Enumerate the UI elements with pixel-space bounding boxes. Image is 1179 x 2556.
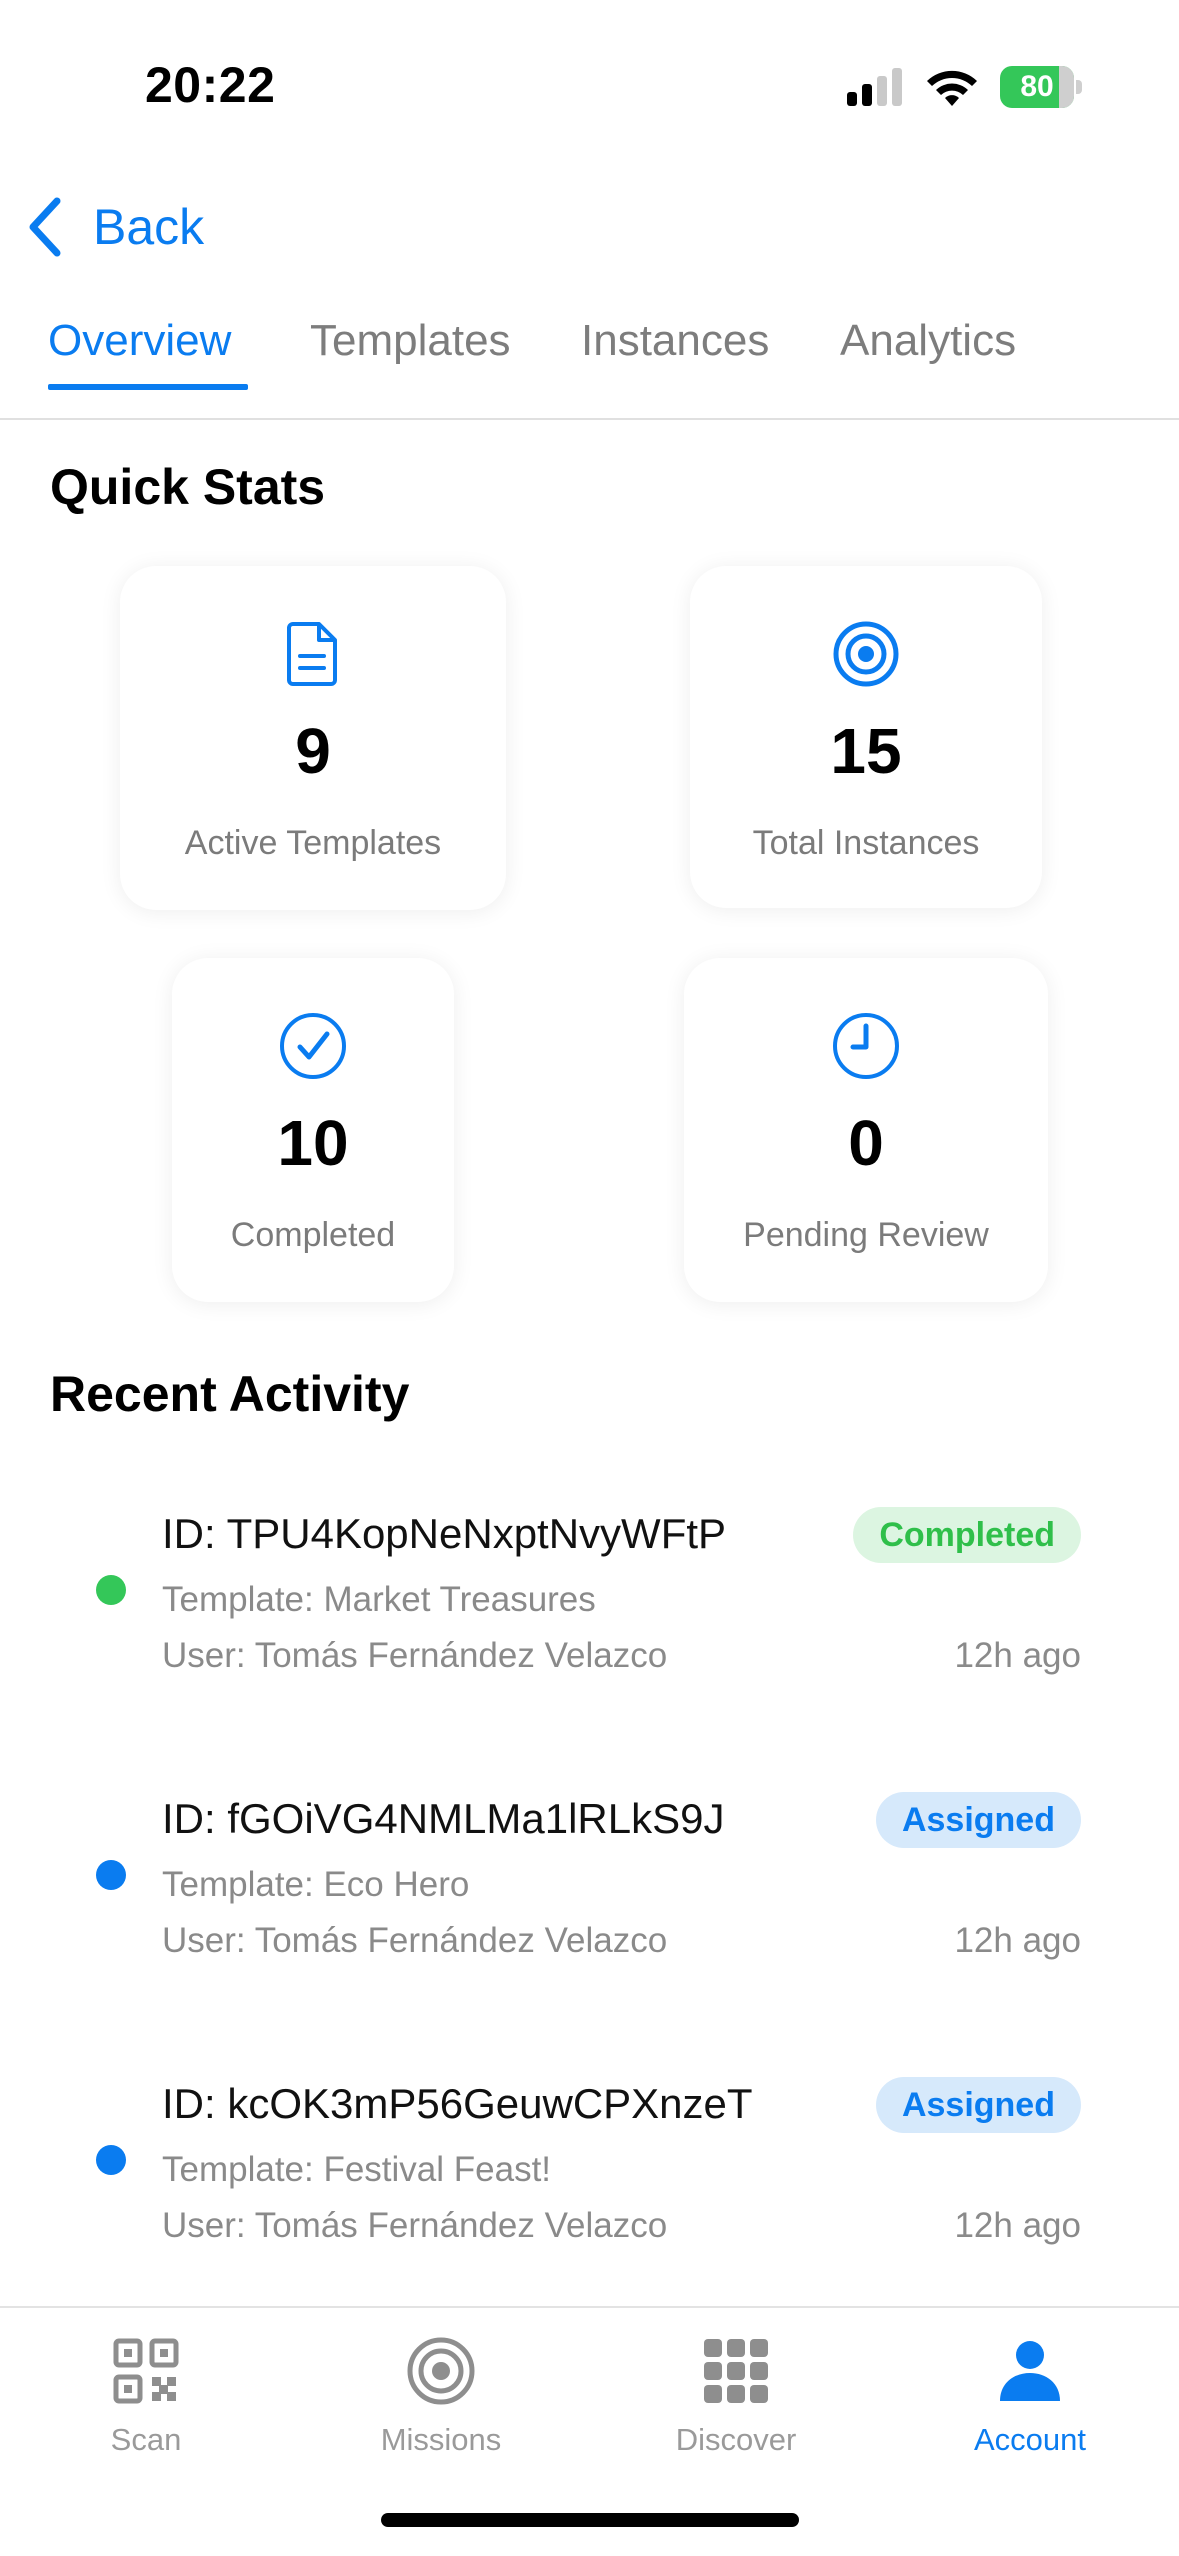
check-circle-icon bbox=[280, 1013, 346, 1079]
activity-user: User: Tomás Fernández Velazco bbox=[162, 2206, 668, 2245]
activity-user: User: Tomás Fernández Velazco bbox=[162, 1636, 668, 1675]
tab-templates[interactable]: Templates bbox=[310, 316, 511, 396]
stat-value: 15 bbox=[830, 715, 902, 787]
chevron-left-icon bbox=[29, 197, 61, 257]
grid-icon bbox=[704, 2339, 768, 2403]
activity-item[interactable]: ID: fGOiVG4NMLMa1lRLkS9J Assigned Templa… bbox=[0, 1792, 1179, 1975]
tab-account[interactable]: Account bbox=[920, 2326, 1140, 2476]
status-dot bbox=[96, 1575, 126, 1605]
status-badge: Assigned bbox=[875, 1792, 1081, 1848]
status-bar: 20:22 80 bbox=[0, 0, 1179, 170]
person-icon bbox=[1000, 2341, 1060, 2401]
tab-label: Missions bbox=[380, 2422, 502, 2457]
tab-label: Scan bbox=[110, 2422, 182, 2457]
stat-card-active-templates[interactable]: 9 Active Templates bbox=[120, 566, 506, 910]
stat-label: Pending Review bbox=[743, 1216, 989, 1254]
activity-time: 12h ago bbox=[954, 1921, 1081, 1960]
target-icon bbox=[833, 621, 899, 687]
recent-activity-title: Recent Activity bbox=[50, 1366, 410, 1422]
activity-id: ID: TPU4KopNeNxptNvyWFtP bbox=[162, 1510, 727, 1557]
stat-card-total-instances[interactable]: 15 Total Instances bbox=[690, 566, 1042, 908]
stat-label: Completed bbox=[230, 1216, 396, 1254]
clock-icon bbox=[833, 1013, 899, 1079]
status-badge: Completed bbox=[853, 1507, 1081, 1563]
cellular-signal-icon bbox=[847, 68, 902, 106]
activity-template: Template: Market Treasures bbox=[162, 1580, 596, 1619]
tab-label: Account bbox=[973, 2422, 1086, 2457]
battery-icon: 80 bbox=[1000, 66, 1082, 108]
activity-template: Template: Eco Hero bbox=[162, 1865, 470, 1904]
activity-user: User: Tomás Fernández Velazco bbox=[162, 1921, 668, 1960]
activity-template: Template: Festival Feast! bbox=[162, 2150, 552, 2189]
tab-scan[interactable]: Scan bbox=[36, 2326, 256, 2476]
activity-id: ID: kcOK3mP56GeuwCPXnzeT bbox=[162, 2080, 753, 2127]
stat-card-pending-review[interactable]: 0 Pending Review bbox=[684, 958, 1048, 1302]
tab-instances[interactable]: Instances bbox=[581, 316, 769, 396]
stat-value: 10 bbox=[277, 1107, 349, 1179]
status-badge: Assigned bbox=[875, 2077, 1081, 2133]
battery-level: 80 bbox=[1020, 70, 1054, 103]
stat-value: 9 bbox=[295, 715, 331, 787]
quick-stats-title: Quick Stats bbox=[50, 459, 326, 515]
activity-time: 12h ago bbox=[954, 1636, 1081, 1675]
tab-missions[interactable]: Missions bbox=[331, 2326, 551, 2476]
stat-label: Active Templates bbox=[184, 824, 442, 862]
back-label: Back bbox=[93, 199, 205, 255]
stat-label: Total Instances bbox=[752, 824, 980, 862]
home-indicator bbox=[381, 2513, 799, 2527]
status-dot bbox=[96, 1860, 126, 1890]
activity-id: ID: fGOiVG4NMLMa1lRLkS9J bbox=[162, 1795, 725, 1842]
stat-value: 0 bbox=[848, 1107, 884, 1179]
active-tab-indicator bbox=[48, 384, 248, 390]
activity-time: 12h ago bbox=[954, 2206, 1081, 2245]
document-icon bbox=[287, 622, 337, 686]
activity-item[interactable]: ID: kcOK3mP56GeuwCPXnzeT Assigned Templa… bbox=[0, 2077, 1179, 2260]
stat-card-completed[interactable]: 10 Completed bbox=[172, 958, 454, 1302]
target-icon bbox=[407, 2337, 475, 2405]
tab-bar-top: Overview Templates Instances Analytics bbox=[0, 300, 1179, 420]
tab-discover[interactable]: Discover bbox=[626, 2326, 846, 2476]
back-button[interactable]: Back bbox=[25, 195, 204, 259]
tab-analytics[interactable]: Analytics bbox=[840, 316, 1016, 396]
activity-item[interactable]: ID: TPU4KopNeNxptNvyWFtP Completed Templ… bbox=[0, 1507, 1179, 1690]
tab-label: Discover bbox=[675, 2422, 797, 2457]
status-dot bbox=[96, 2145, 126, 2175]
qr-code-icon bbox=[113, 2338, 179, 2404]
wifi-icon bbox=[927, 70, 977, 106]
status-time: 20:22 bbox=[145, 57, 276, 113]
